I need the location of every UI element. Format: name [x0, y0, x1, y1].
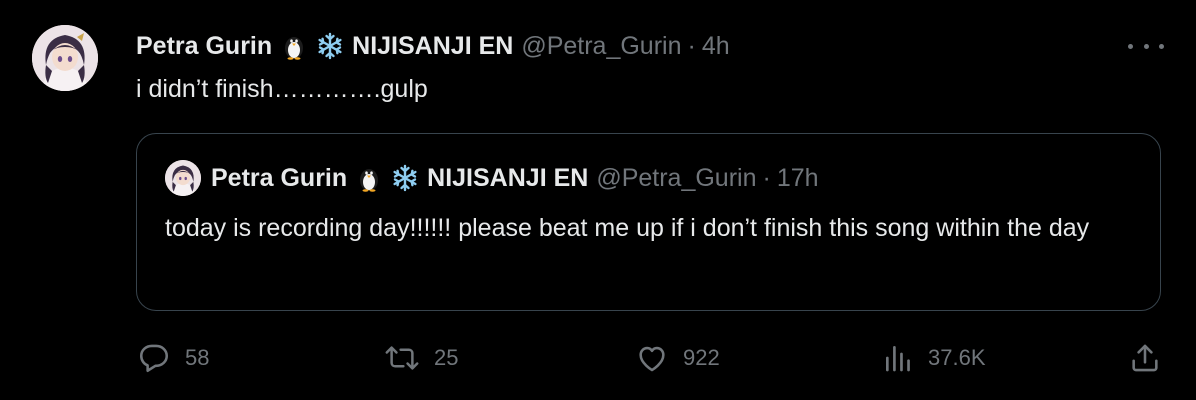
quoted-tweet[interactable]: Petra Gurin NIJISANJI EN @Petra_Gurin · … — [136, 133, 1161, 311]
quoted-header: Petra Gurin NIJISANJI EN @Petra_Gurin · … — [211, 160, 819, 196]
reply-button[interactable]: 58 — [137, 336, 209, 380]
quoted-separator-dot: · — [762, 164, 771, 192]
timestamp[interactable]: 4h — [702, 28, 730, 64]
retweet-count: 25 — [434, 345, 459, 370]
action-bar: 58 25 922 37.6K — [0, 336, 1196, 380]
separator-dot: · — [687, 32, 696, 60]
views-button[interactable]: 37.6K — [882, 336, 986, 380]
penguin-emoji-icon — [280, 32, 308, 60]
author-name[interactable]: Petra Gurin — [136, 28, 272, 64]
author-name-suffix[interactable]: NIJISANJI EN — [352, 28, 513, 64]
quoted-author-handle: @Petra_Gurin — [596, 164, 757, 192]
views-count: 37.6K — [928, 345, 986, 370]
tweet-header: Petra Gurin NIJISANJI EN @Petra_Gurin · … — [136, 28, 730, 64]
penguin-emoji-icon — [355, 164, 383, 192]
more-icon[interactable] — [1128, 36, 1164, 56]
tweet-text: i didn’t finish………….gulp — [136, 75, 428, 103]
reply-count: 58 — [185, 345, 210, 370]
retweet-button[interactable]: 25 — [384, 336, 458, 380]
avatar[interactable] — [32, 25, 98, 91]
like-count: 922 — [683, 345, 720, 370]
reply-icon — [139, 344, 169, 373]
quoted-timestamp: 17h — [776, 164, 819, 192]
quoted-author-name-suffix: NIJISANJI EN — [427, 164, 589, 192]
snowflake-emoji-icon — [316, 32, 344, 60]
share-icon — [1132, 344, 1158, 372]
quoted-text: today is recording day!!!!!! please beat… — [165, 214, 1090, 242]
tweet[interactable]: Petra Gurin NIJISANJI EN @Petra_Gurin · … — [0, 0, 1196, 400]
quoted-avatar-image — [165, 160, 201, 196]
like-button[interactable]: 922 — [635, 336, 720, 380]
quoted-avatar — [165, 160, 201, 196]
quoted-author-name: Petra Gurin — [211, 164, 348, 192]
share-button[interactable] — [1128, 336, 1162, 380]
like-icon — [639, 346, 665, 372]
author-handle[interactable]: @Petra_Gurin — [521, 28, 681, 64]
retweet-icon — [385, 346, 419, 370]
views-icon — [886, 346, 910, 372]
avatar-image — [32, 25, 98, 91]
snowflake-emoji-icon — [391, 164, 419, 192]
